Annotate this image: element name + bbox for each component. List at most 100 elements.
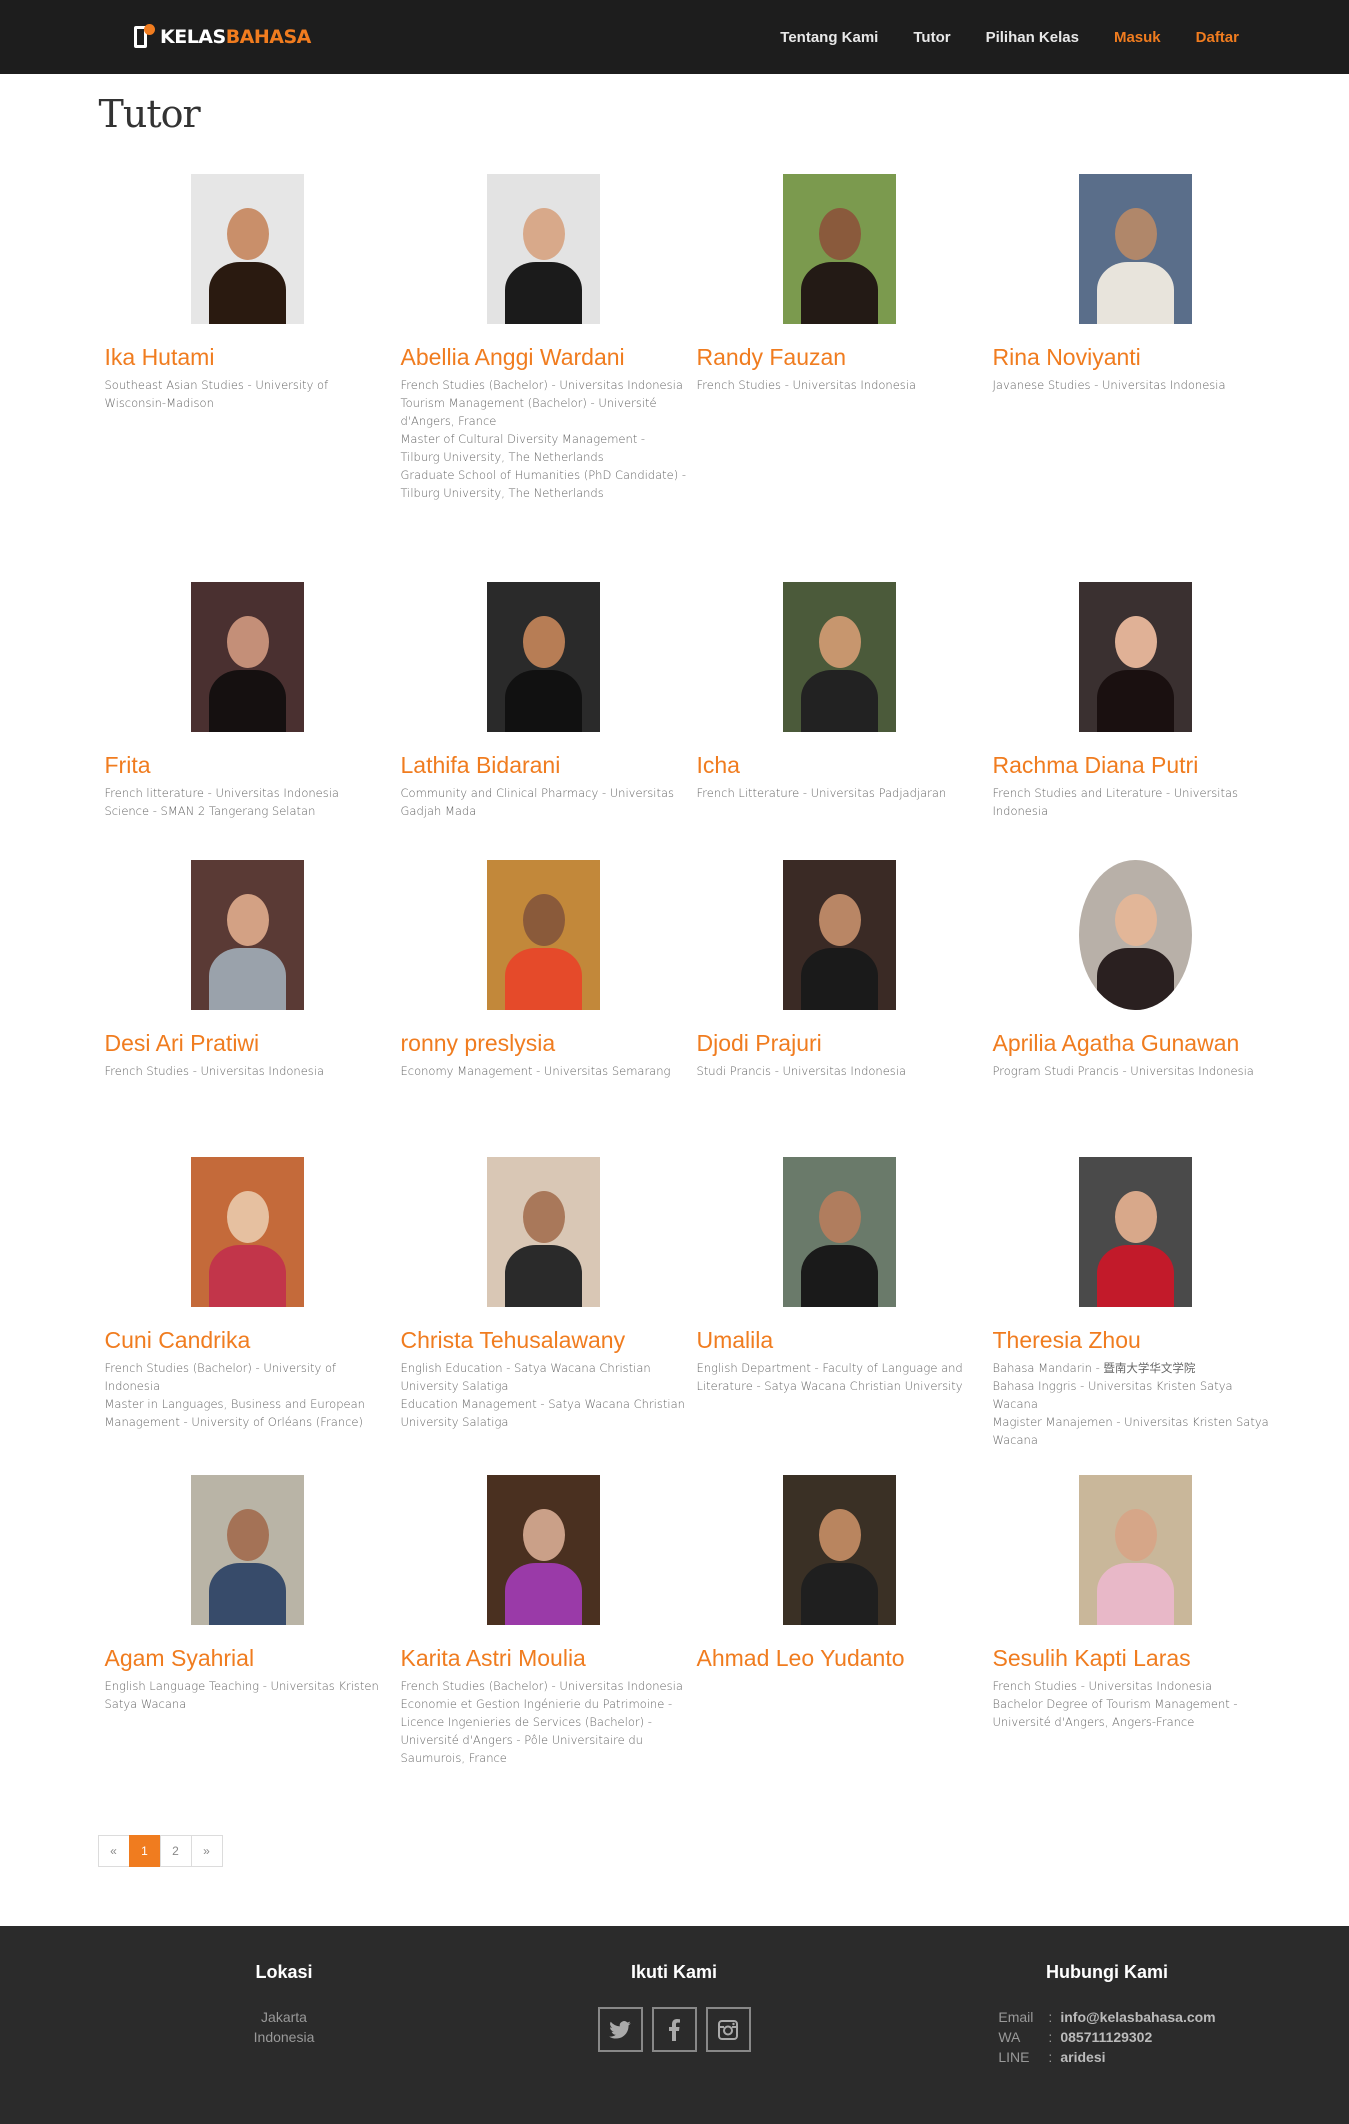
tutor-card: Icha French Litterature - Universitas Pa… [692, 582, 988, 860]
contact-value[interactable]: 085711129302 [1060, 2027, 1152, 2047]
tutor-bio: Javanese Studies - Universitas Indonesia [993, 376, 1279, 394]
tutor-name[interactable]: Lathifa Bidarani [401, 752, 687, 778]
tutor-bio-line: French Studies - Universitas Indonesia [104, 1064, 325, 1078]
nav-masuk[interactable]: Masuk [1114, 29, 1161, 46]
tutor-name[interactable]: Djodi Prajuri [697, 1030, 983, 1056]
tutor-bio: French Litterature - Universitas Padjadj… [697, 784, 983, 802]
facebook-icon[interactable] [651, 2007, 697, 2052]
footer-contact: Hubungi Kami Email: info@kelasbahasa.com W… [982, 1962, 1232, 2067]
pagination-prev[interactable]: « [97, 1835, 130, 1867]
tutor-photo[interactable] [191, 860, 304, 1010]
tutor-bio: Bahasa Mandarin - 暨南大学华文学院 Bahasa Inggris… [993, 1359, 1279, 1449]
tutor-bio-line: English Department - Faculty of Language… [696, 1361, 963, 1393]
tutor-bio: French Studies - Universitas Indonesia [105, 1062, 391, 1080]
tutor-bio-line: French litterature - Universitas Indones… [104, 786, 339, 800]
tutor-photo[interactable] [487, 860, 600, 1010]
tutor-card: Karita Astri Moulia French Studies (Bach… [396, 1475, 692, 1813]
tutor-photo[interactable] [783, 860, 896, 1010]
tutor-photo[interactable] [1079, 174, 1192, 324]
footer-location-heading: Lokasi [255, 1962, 313, 1982]
tutor-photo[interactable] [487, 1157, 600, 1307]
instagram-icon[interactable] [705, 2007, 751, 2052]
main-nav: Tentang Kami Tutor Pilihan Kelas Masuk D… [745, 0, 1239, 74]
tutor-photo[interactable] [1079, 582, 1192, 732]
tutor-bio: Program Studi Prancis - Universitas Indo… [993, 1062, 1279, 1080]
tutor-photo[interactable] [783, 582, 896, 732]
tutor-photo[interactable] [191, 582, 304, 732]
nav-tentang-kami[interactable]: Tentang Kami [780, 29, 878, 46]
tutor-card: Agam Syahrial English Language Teaching … [100, 1475, 396, 1813]
tutor-name[interactable]: Icha [697, 752, 983, 778]
tutor-name[interactable]: Aprilia Agatha Gunawan [993, 1030, 1279, 1056]
tutor-bio-line: Education Management - Satya Wacana Chri… [400, 1397, 685, 1429]
tutor-photo[interactable] [783, 1157, 896, 1307]
contact-value[interactable]: info@kelasbahasa.com [1060, 2007, 1215, 2027]
nav-tutor[interactable]: Tutor [913, 29, 950, 46]
tutor-bio-line: Economy Management - Universitas Semaran… [400, 1064, 671, 1078]
tutor-name[interactable]: Rachma Diana Putri [993, 752, 1279, 778]
nav-daftar[interactable]: Daftar [1196, 29, 1239, 46]
contact-value[interactable]: aridesi [1060, 2047, 1105, 2067]
tutor-bio: French Studies (Bachelor) - University o… [105, 1359, 391, 1431]
tutor-card: Ahmad Leo Yudanto [692, 1475, 988, 1813]
pagination-page-2[interactable]: 2 [159, 1835, 192, 1867]
tutor-photo[interactable] [1079, 1475, 1192, 1625]
tutor-bio-line: Bachelor Degree of Tourism Management - … [992, 1697, 1238, 1729]
tutor-name[interactable]: Desi Ari Pratiwi [105, 1030, 391, 1056]
tutor-bio: Community and Clinical Pharmacy - Univer… [401, 784, 687, 820]
tutor-bio: English Department - Faculty of Language… [697, 1359, 983, 1395]
tutor-photo[interactable] [487, 582, 600, 732]
tutor-bio: Economy Management - Universitas Semaran… [401, 1062, 687, 1080]
tutor-photo[interactable] [783, 174, 896, 324]
logo[interactable]: KELASBAHASA [132, 24, 311, 50]
tutor-bio-line: French Studies - Universitas Indonesia [696, 378, 917, 392]
tutor-bio-line: French Studies (Bachelor) - Universitas … [400, 1679, 683, 1693]
pagination-next[interactable]: » [190, 1835, 223, 1867]
tutor-photo[interactable] [487, 1475, 600, 1625]
tutor-bio-line: Master in Languages, Business and Europe… [104, 1397, 365, 1429]
tutor-bio-line: Graduate School of Humanities (PhD Candi… [400, 468, 687, 500]
tutor-name[interactable]: ronny preslysia [401, 1030, 687, 1056]
tutor-bio-line: Program Studi Prancis - Universitas Indo… [992, 1064, 1254, 1078]
contact-key: WA [998, 2029, 1021, 2045]
footer-social: Ikuti Kami [574, 1962, 774, 2052]
tutor-bio-line: English Language Teaching - Universitas … [104, 1679, 379, 1711]
tutor-name[interactable]: Theresia Zhou [993, 1327, 1279, 1353]
contact-colon: : [1048, 2029, 1053, 2045]
tutor-photo[interactable] [783, 1475, 896, 1625]
tutor-name[interactable]: Agam Syahrial [105, 1645, 391, 1671]
twitter-icon[interactable] [597, 2007, 643, 2052]
tutor-photo[interactable] [191, 174, 304, 324]
tutor-photo[interactable] [191, 1475, 304, 1625]
tutor-name[interactable]: Cuni Candrika [105, 1327, 391, 1353]
tutor-name[interactable]: Karita Astri Moulia [401, 1645, 687, 1671]
nav-pilihan-kelas[interactable]: Pilihan Kelas [986, 29, 1079, 46]
tutor-bio-line: Bahasa Inggris - Universitas Kristen Sat… [992, 1379, 1233, 1411]
tutor-photo[interactable] [1079, 1157, 1192, 1307]
tutor-name[interactable]: Christa Tehusalawany [401, 1327, 687, 1353]
tutor-bio-line: English Education - Satya Wacana Christi… [400, 1361, 651, 1393]
phone-logo-icon [132, 24, 156, 50]
tutor-name[interactable]: Sesulih Kapti Laras [993, 1645, 1279, 1671]
tutor-bio-line: Bahasa Mandarin - 暨南大学华文学院 [992, 1361, 1196, 1375]
contact-key: Email [998, 2009, 1034, 2025]
tutor-name[interactable]: Rina Noviyanti [993, 344, 1279, 370]
tutor-bio-line: Javanese Studies - Universitas Indonesia [992, 378, 1226, 392]
tutor-name[interactable]: Ika Hutami [105, 344, 391, 370]
tutor-photo[interactable] [487, 174, 600, 324]
tutor-photo[interactable] [191, 1157, 304, 1307]
tutor-photo[interactable] [1079, 860, 1192, 1010]
tutor-bio-line: French Studies and Literature - Universi… [992, 786, 1239, 818]
tutor-bio-line: Economie et Gestion Ingénierie du Patrim… [400, 1697, 673, 1765]
tutor-name[interactable]: Ahmad Leo Yudanto [697, 1645, 983, 1671]
tutor-name[interactable]: Randy Fauzan [697, 344, 983, 370]
tutor-name[interactable]: Frita [105, 752, 391, 778]
footer-contact-heading: Hubungi Kami [1046, 1962, 1168, 1982]
pagination-page-1[interactable]: 1 [128, 1835, 161, 1867]
footer-social-heading: Ikuti Kami [630, 1962, 718, 1982]
tutor-name[interactable]: Abellia Anggi Wardani [401, 344, 687, 370]
tutor-card: Christa Tehusalawany English Education -… [396, 1157, 692, 1475]
tutor-name[interactable]: Umalila [697, 1327, 983, 1353]
tutor-bio-line: Tourism Management (Bachelor) - Universi… [400, 396, 657, 428]
contact-colon: : [1048, 2049, 1053, 2065]
